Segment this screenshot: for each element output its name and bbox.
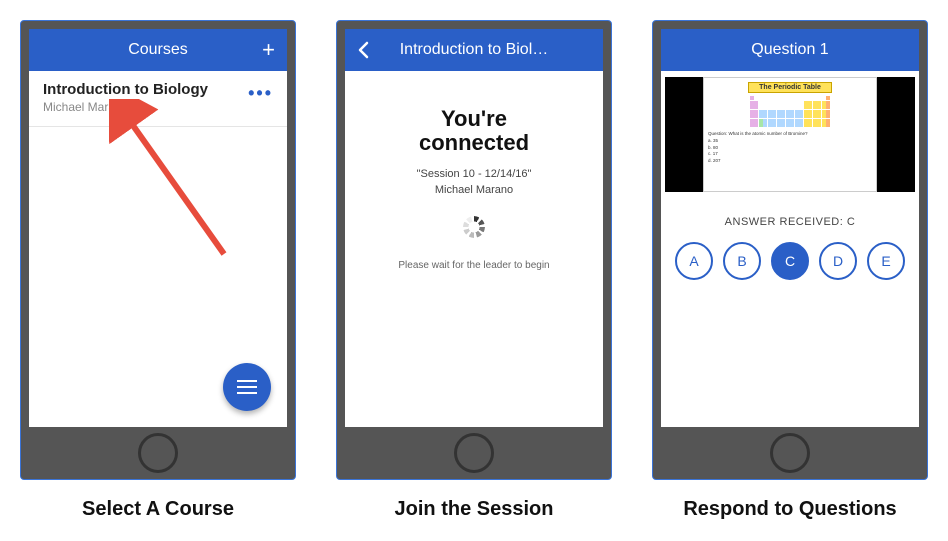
col-2: Introduction to Biol… You're connected "… <box>336 20 612 521</box>
phone-3: Question 1 The Periodic Table <box>652 20 928 480</box>
hamburger-icon <box>237 380 257 382</box>
answer-received-label: ANSWER RECEIVED: C <box>661 216 919 228</box>
session-presenter: Michael Marano <box>345 183 603 198</box>
header-title: Courses <box>128 41 188 59</box>
wait-text: Please wait for the leader to begin <box>345 260 603 271</box>
answer-choices: A B C D E <box>661 242 919 280</box>
screen-2: Introduction to Biol… You're connected "… <box>345 29 603 427</box>
connected-headline: You're connected <box>345 107 603 155</box>
choice-b[interactable]: B <box>723 242 761 280</box>
phone-2: Introduction to Biol… You're connected "… <box>336 20 612 480</box>
col-1: Courses + Introduction to Biology Michae… <box>20 20 296 521</box>
slide-frame: The Periodic Table <box>665 77 915 192</box>
screen-1: Courses + Introduction to Biology Michae… <box>29 29 287 427</box>
add-button[interactable]: + <box>262 29 275 71</box>
session-info: "Session 10 - 12/14/16" Michael Marano <box>345 167 603 198</box>
col-3: Question 1 The Periodic Table <box>652 20 928 521</box>
course-instructor: Michael Marano <box>43 100 273 114</box>
slide-question: Question: What is the atomic number of B… <box>708 131 808 165</box>
fab-menu-button[interactable] <box>223 363 271 411</box>
header-title: Introduction to Biol… <box>400 41 549 59</box>
chevron-left-icon <box>357 41 371 59</box>
slide-title: The Periodic Table <box>748 82 832 93</box>
home-button[interactable] <box>138 433 178 473</box>
phone-1: Courses + Introduction to Biology Michae… <box>20 20 296 480</box>
header-courses: Courses + <box>29 29 287 71</box>
session-name: "Session 10 - 12/14/16" <box>345 167 603 182</box>
choice-d[interactable]: D <box>819 242 857 280</box>
periodic-table-graphic <box>750 96 831 127</box>
loading-spinner-icon <box>463 216 485 238</box>
home-button[interactable] <box>770 433 810 473</box>
caption-1: Select A Course <box>82 498 234 521</box>
caption-3: Respond to Questions <box>683 498 896 521</box>
screen-3: Question 1 The Periodic Table <box>661 29 919 427</box>
more-icon[interactable]: ••• <box>248 83 273 104</box>
caption-2: Join the Session <box>395 498 554 521</box>
phone-row: Courses + Introduction to Biology Michae… <box>20 20 928 521</box>
slide-letterbox-right <box>877 77 915 192</box>
course-title: Introduction to Biology <box>43 81 273 98</box>
course-list-item[interactable]: Introduction to Biology Michael Marano •… <box>29 71 287 127</box>
choice-c[interactable]: C <box>771 242 809 280</box>
header-title: Question 1 <box>751 41 828 59</box>
home-button[interactable] <box>454 433 494 473</box>
slide-letterbox-left <box>665 77 703 192</box>
slide-content: The Periodic Table <box>703 77 877 192</box>
header-question: Question 1 <box>661 29 919 71</box>
back-button[interactable] <box>357 29 371 71</box>
header-session: Introduction to Biol… <box>345 29 603 71</box>
slide-area: The Periodic Table <box>661 71 919 198</box>
choice-e[interactable]: E <box>867 242 905 280</box>
choice-a[interactable]: A <box>675 242 713 280</box>
